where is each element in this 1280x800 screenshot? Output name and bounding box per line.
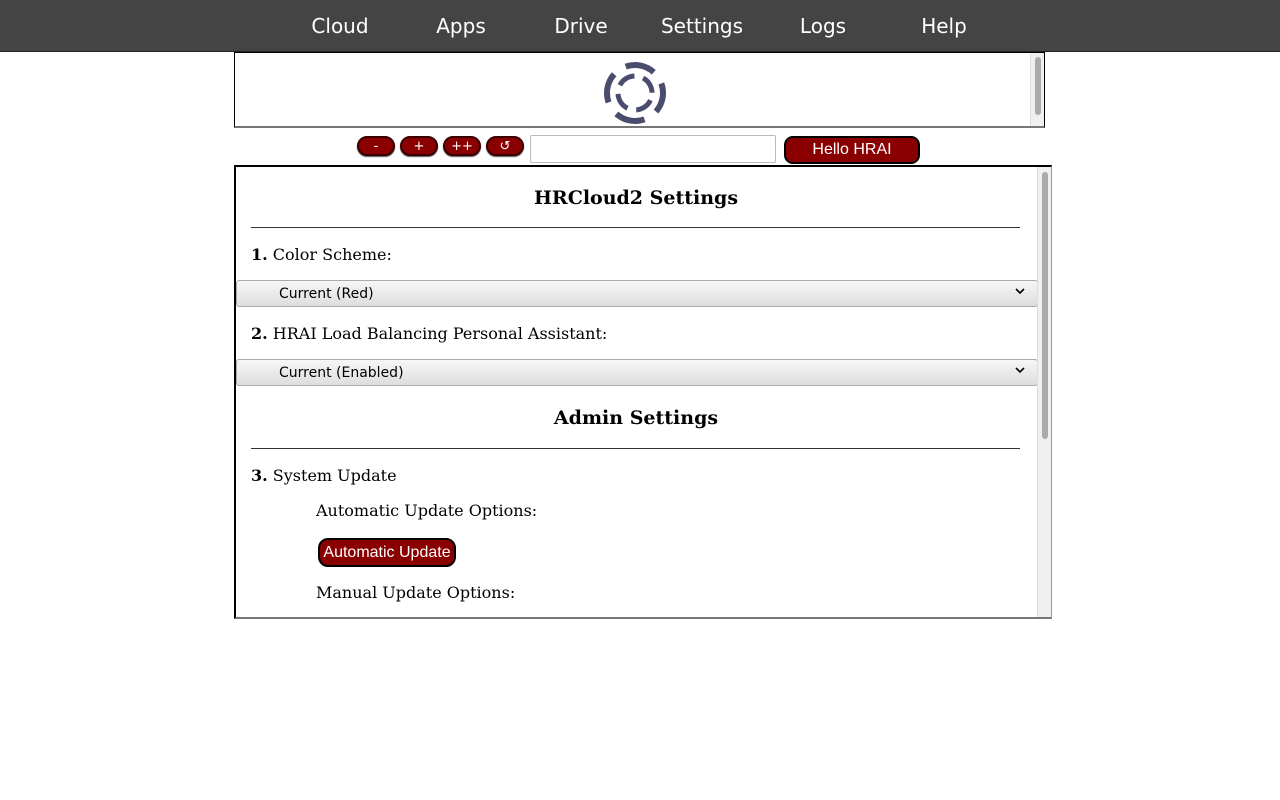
nav-help[interactable]: Help: [899, 0, 989, 51]
nav-apps[interactable]: Apps: [416, 0, 506, 51]
item-text: Color Scheme:: [272, 245, 392, 264]
hrai-scrollbar-thumb[interactable]: [1035, 57, 1041, 115]
item-number: 2.: [251, 324, 268, 343]
divider: [251, 227, 1020, 228]
refresh-button[interactable]: ↺: [486, 136, 524, 156]
item-text: System Update: [272, 466, 397, 485]
hrai-input[interactable]: [530, 135, 776, 163]
settings-scrollbar[interactable]: [1037, 167, 1051, 617]
color-scheme-label: 1. Color Scheme:: [251, 245, 392, 264]
color-scheme-select[interactable]: Current (Red): [236, 280, 1038, 307]
automatic-update-button[interactable]: Automatic Update: [318, 538, 456, 567]
font-increase-more-button[interactable]: ++: [443, 136, 481, 156]
font-increase-button[interactable]: +: [400, 136, 438, 156]
hrai-panel: [234, 52, 1045, 128]
chevron-down-icon: [1015, 367, 1025, 374]
font-decrease-button[interactable]: -: [357, 136, 395, 156]
select-value: Current (Enabled): [279, 365, 404, 381]
top-nav: Cloud Apps Drive Settings Logs Help: [0, 0, 1280, 52]
item-text: HRAI Load Balancing Personal Assistant:: [272, 324, 608, 343]
select-value: Current (Red): [279, 286, 374, 302]
settings-title: HRCloud2 Settings: [533, 187, 739, 209]
hrai-scrollbar[interactable]: [1030, 53, 1044, 126]
hello-hrai-button[interactable]: Hello HRAI: [784, 136, 920, 164]
hrai-balancing-label: 2. HRAI Load Balancing Personal Assistan…: [251, 324, 607, 343]
hrai-balancing-select[interactable]: Current (Enabled): [236, 359, 1038, 386]
item-number: 3.: [251, 466, 268, 485]
divider: [251, 448, 1020, 449]
manual-update-options-label: Manual Update Options:: [316, 583, 516, 602]
system-update-label: 3. System Update: [251, 466, 397, 485]
settings-panel: HRCloud2 Settings 1. Color Scheme: Curre…: [234, 165, 1052, 619]
item-number: 1.: [251, 245, 268, 264]
nav-cloud[interactable]: Cloud: [295, 0, 385, 51]
admin-settings-title: Admin Settings: [553, 407, 719, 429]
chevron-down-icon: [1015, 288, 1025, 295]
nav-drive[interactable]: Drive: [536, 0, 626, 51]
nav-settings[interactable]: Settings: [650, 0, 754, 51]
hrai-logo-icon[interactable]: [602, 60, 668, 126]
settings-scrollbar-thumb[interactable]: [1042, 172, 1048, 439]
nav-logs[interactable]: Logs: [778, 0, 868, 51]
auto-update-options-label: Automatic Update Options:: [316, 501, 538, 520]
